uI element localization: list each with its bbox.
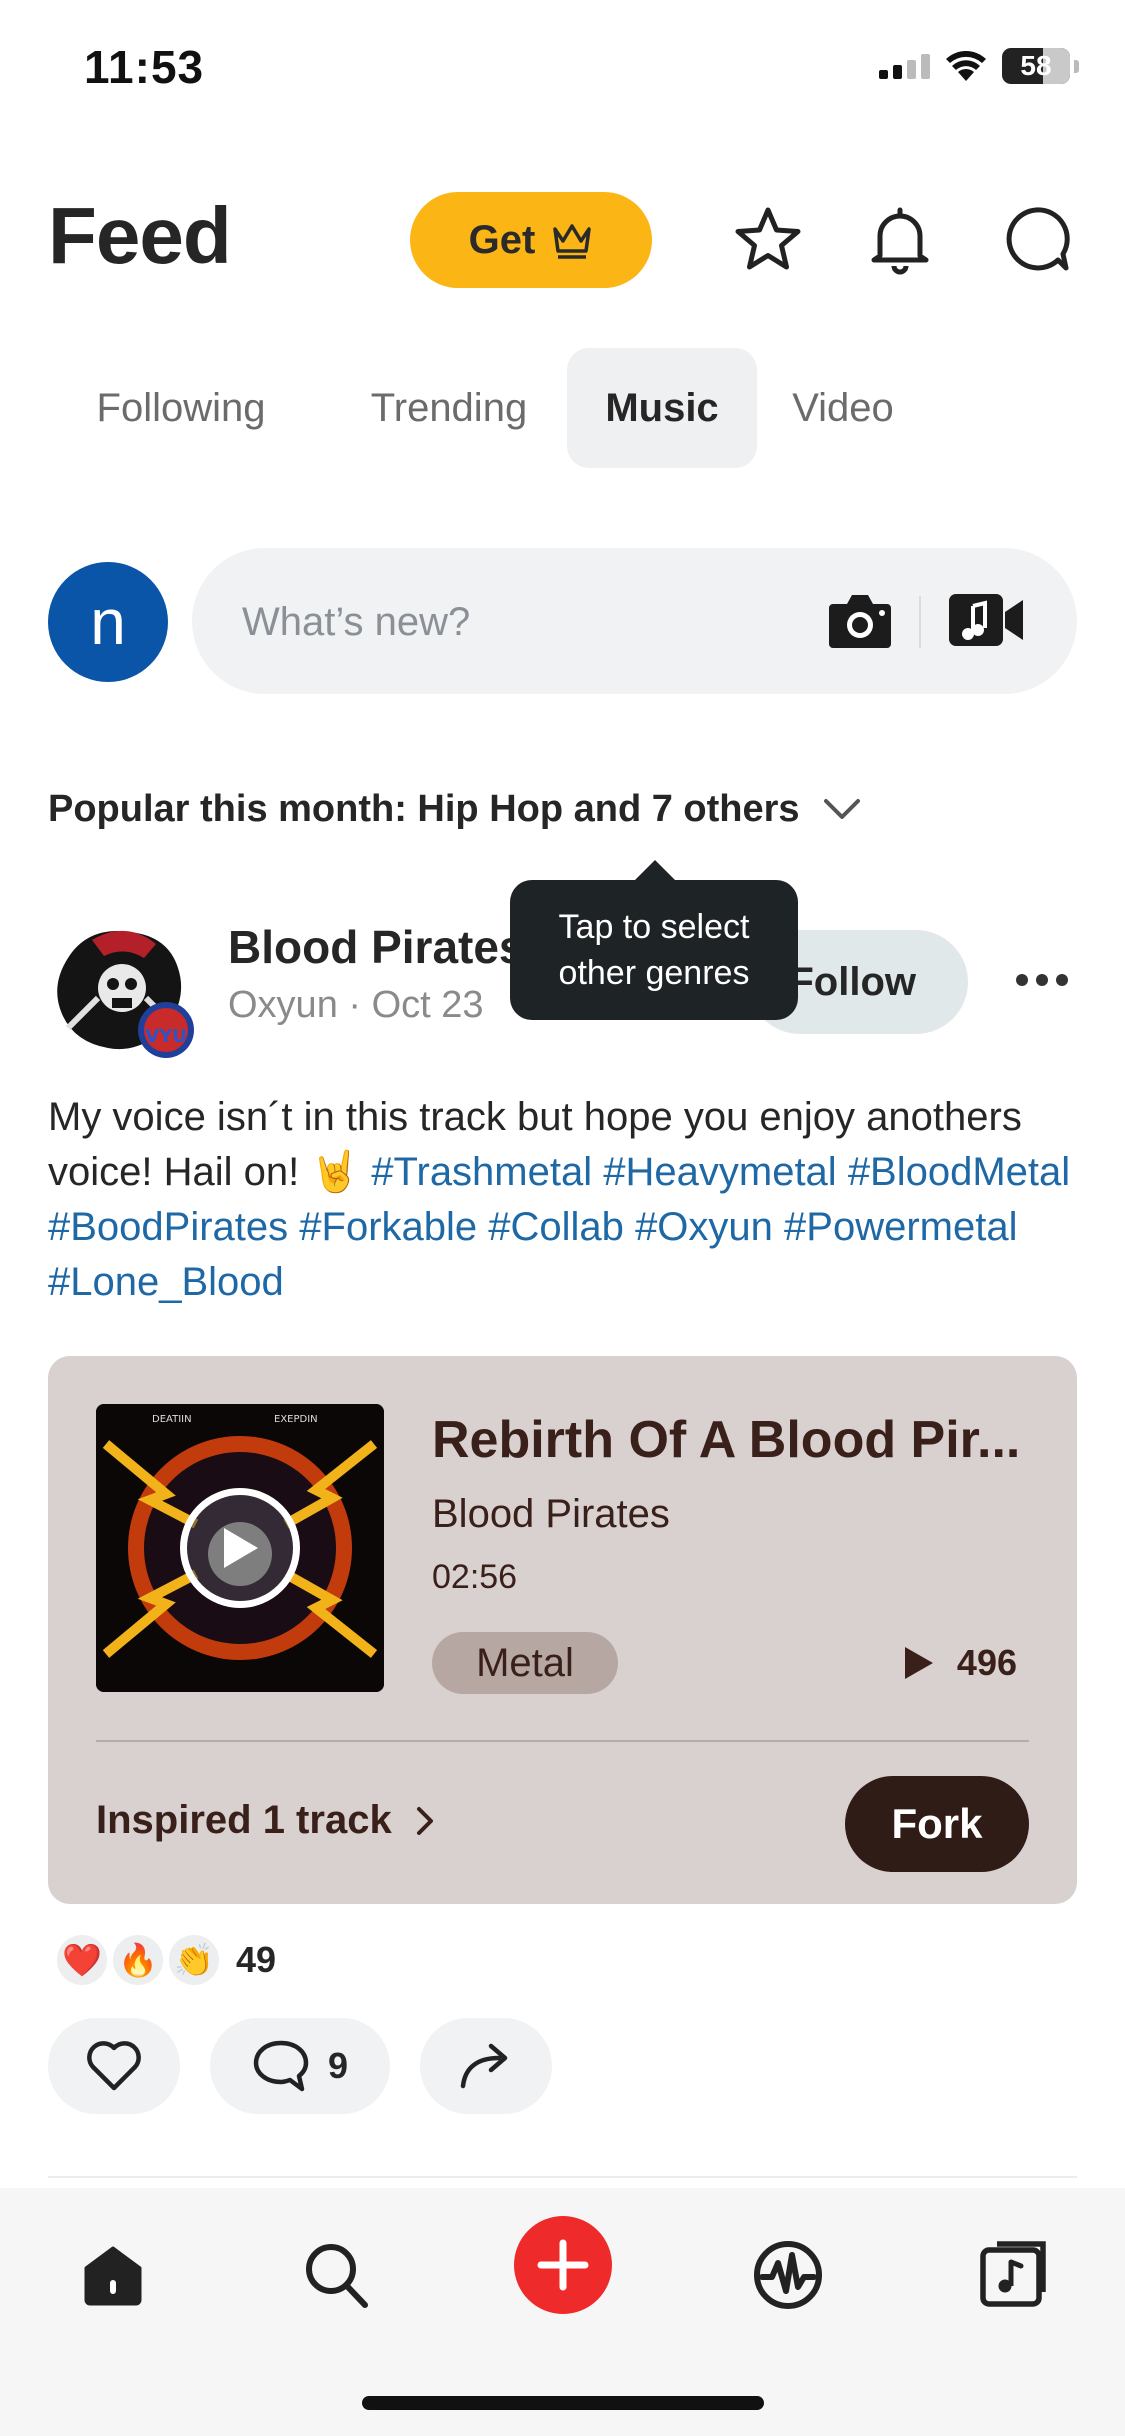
svg-text:VYU: VYU xyxy=(145,1026,187,1047)
clap-reaction-icon: 👏 xyxy=(166,1932,222,1988)
chevron-right-icon xyxy=(416,1806,433,1835)
fork-button[interactable]: Fork xyxy=(845,1776,1029,1872)
create-button[interactable] xyxy=(514,2216,612,2314)
composer: n What’s new? xyxy=(48,548,1077,694)
search-icon[interactable] xyxy=(292,2230,382,2320)
tab-following[interactable]: Following xyxy=(48,348,314,468)
play-count-icon xyxy=(904,1647,933,1679)
reaction-count: 49 xyxy=(236,1939,277,1980)
track-title[interactable]: Rebirth Of A Blood Pir... xyxy=(432,1410,1020,1470)
genre-filter-label: Popular this month: Hip Hop and 7 others xyxy=(48,788,800,830)
play-count-value: 496 xyxy=(956,1642,1017,1683)
tab-trending[interactable]: Trending xyxy=(338,348,560,468)
reactions-summary[interactable]: ❤️ 🔥 👏 49 xyxy=(54,1932,276,1988)
my-avatar[interactable]: n xyxy=(48,562,168,682)
heart-icon xyxy=(87,2041,141,2091)
camera-icon[interactable] xyxy=(827,590,893,655)
hashtag[interactable]: #Forkable xyxy=(299,1205,477,1249)
battery-level: 58 xyxy=(1020,50,1052,81)
status-time: 11:53 xyxy=(84,41,205,93)
plus-icon xyxy=(537,2239,589,2291)
tooltip-line-1: Tap to select xyxy=(558,908,750,946)
messages-icon[interactable] xyxy=(996,200,1076,280)
bell-icon[interactable] xyxy=(860,200,940,280)
track-card[interactable]: DEATIIN EXEPDIN Rebirth Of A Blood Pir..… xyxy=(48,1356,1077,1904)
rock-hand-emoji: 🤘 xyxy=(310,1150,361,1194)
like-button[interactable] xyxy=(48,2018,180,2114)
genre-tooltip[interactable]: Tap to select other genres xyxy=(510,860,798,1020)
genre-filter[interactable]: Popular this month: Hip Hop and 7 others xyxy=(48,788,862,831)
wifi-icon xyxy=(946,51,986,81)
status-icons: 58 xyxy=(879,48,1079,84)
hashtag[interactable]: #Heavymetal xyxy=(603,1150,836,1194)
hashtag[interactable]: #Powermetal xyxy=(784,1205,1017,1249)
compose-divider xyxy=(919,596,921,648)
home-icon[interactable] xyxy=(68,2230,158,2320)
battery-tip xyxy=(1074,59,1079,73)
studio-waveform-icon[interactable] xyxy=(743,2230,833,2320)
video-music-icon[interactable] xyxy=(947,592,1027,653)
cover-text-left: DEATIIN xyxy=(152,1414,192,1425)
feed-divider xyxy=(48,2176,1077,2178)
track-artist[interactable]: Blood Pirates xyxy=(432,1492,670,1537)
comment-button[interactable]: 9 xyxy=(210,2018,390,2114)
hashtag[interactable]: #BoodPirates xyxy=(48,1205,288,1249)
meta-dot: · xyxy=(348,984,372,1026)
hashtag[interactable]: #Lone_Blood xyxy=(48,1260,284,1304)
play-count: 496 xyxy=(903,1642,1017,1684)
tab-video[interactable]: Video xyxy=(768,348,918,468)
get-premium-button[interactable]: Get xyxy=(410,192,652,288)
hashtag[interactable]: #Collab xyxy=(488,1205,624,1249)
track-duration: 02:56 xyxy=(432,1558,518,1596)
post-title[interactable]: Blood Pirates xyxy=(228,920,525,974)
hashtag[interactable]: #Oxyun xyxy=(635,1205,773,1249)
feed-tabs: Following Trending Music Video xyxy=(48,348,1077,468)
library-music-icon[interactable] xyxy=(967,2230,1057,2320)
share-button[interactable] xyxy=(420,2018,552,2114)
heart-reaction-icon: ❤️ xyxy=(54,1932,110,1988)
inspired-tracks-link[interactable]: Inspired 1 track xyxy=(96,1798,434,1843)
share-icon xyxy=(460,2043,508,2089)
status-bar: 11:53 58 xyxy=(0,0,1125,140)
get-label: Get xyxy=(468,217,536,262)
battery-icon: 58 xyxy=(1002,48,1070,84)
header: Feed Get xyxy=(48,190,1077,290)
hashtag[interactable]: #BloodMetal xyxy=(848,1150,1070,1194)
chevron-down-icon xyxy=(823,798,860,819)
card-divider xyxy=(96,1740,1029,1742)
crown-icon xyxy=(553,224,592,259)
comment-icon xyxy=(253,2040,309,2092)
track-cover[interactable]: DEATIIN EXEPDIN xyxy=(96,1404,384,1692)
play-icon[interactable] xyxy=(180,1488,300,1608)
fire-reaction-icon: 🔥 xyxy=(110,1932,166,1988)
hashtag[interactable]: #Trashmetal xyxy=(371,1150,592,1194)
tooltip-line-2: other genres xyxy=(558,954,750,992)
more-options-icon[interactable] xyxy=(1007,950,1077,1010)
star-icon[interactable] xyxy=(728,200,808,280)
compose-input[interactable]: What’s new? xyxy=(192,548,1077,694)
inspired-label: Inspired 1 track xyxy=(96,1798,392,1842)
post-text: My voice isn´t in this track but hope yo… xyxy=(48,1090,1078,1310)
post-date: Oct 23 xyxy=(371,984,484,1026)
genre-chip[interactable]: Metal xyxy=(432,1632,618,1694)
comment-count: 9 xyxy=(327,2045,349,2086)
page-title: Feed xyxy=(48,191,232,280)
post-author[interactable]: Oxyun xyxy=(228,984,338,1026)
post-avatar[interactable]: VYU xyxy=(48,918,206,1058)
bottom-tab-bar xyxy=(0,2188,1125,2436)
compose-placeholder: What’s new? xyxy=(242,600,471,644)
cover-text-right: EXEPDIN xyxy=(274,1414,318,1425)
post-meta: Oxyun · Oct 23 xyxy=(228,984,484,1027)
home-indicator xyxy=(362,2396,764,2410)
tab-music[interactable]: Music xyxy=(567,348,757,468)
post-actions: 9 xyxy=(48,2018,552,2114)
cellular-signal-icon xyxy=(879,53,930,79)
